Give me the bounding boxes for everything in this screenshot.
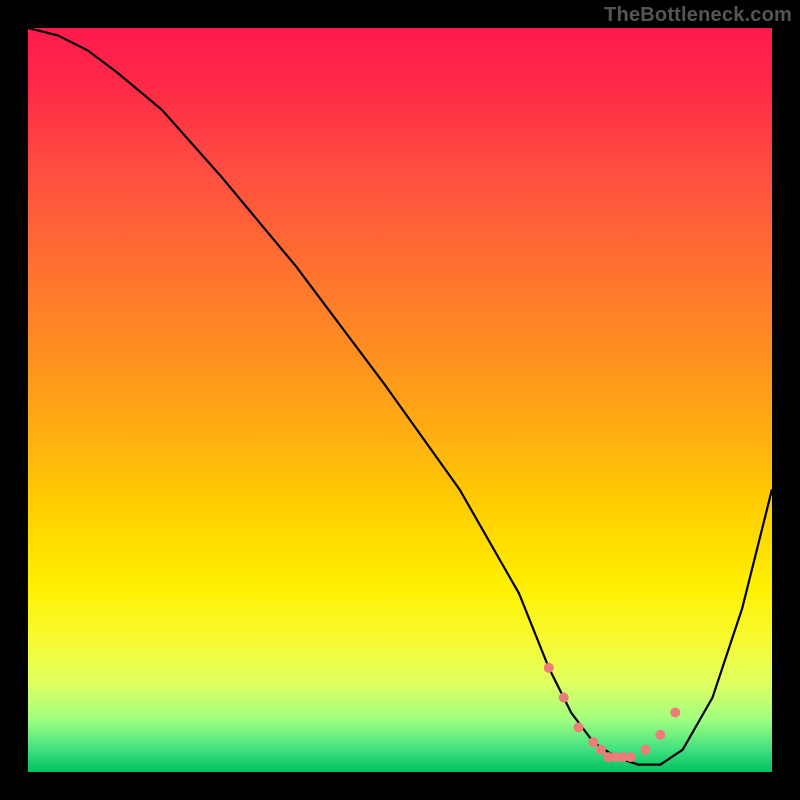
watermark-text: TheBottleneck.com (604, 4, 792, 27)
chart-frame: TheBottleneck.com (0, 0, 800, 800)
gradient-plot-area (28, 28, 772, 772)
